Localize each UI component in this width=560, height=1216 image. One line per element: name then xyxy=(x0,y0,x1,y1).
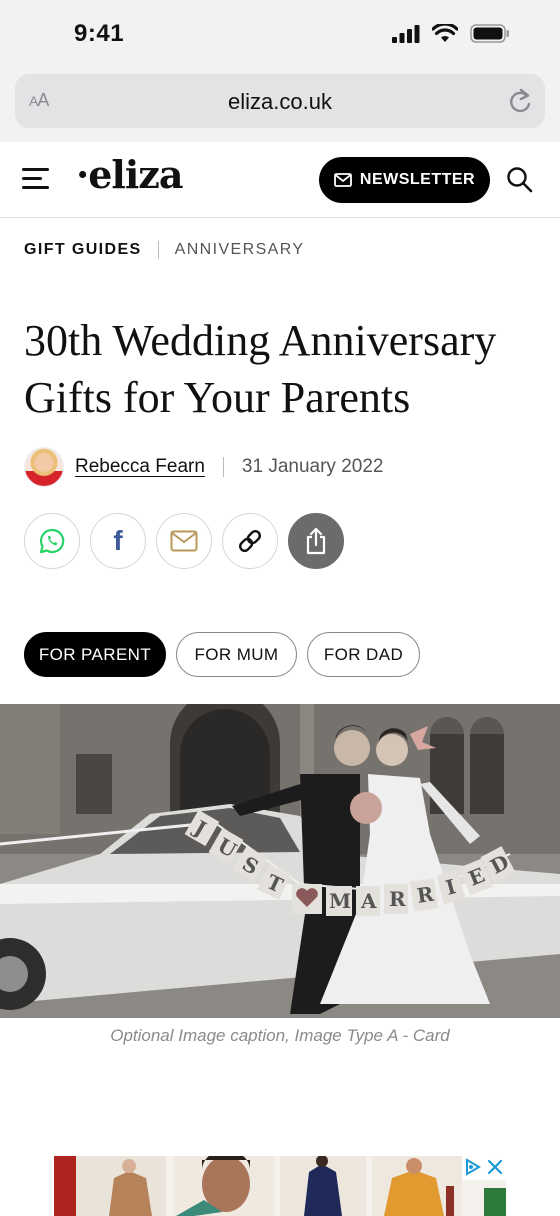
author-row: Rebecca Fearn 31 January 2022 xyxy=(24,446,383,488)
wifi-icon xyxy=(432,24,458,42)
ad-close-icon[interactable] xyxy=(484,1156,506,1178)
status-icons xyxy=(392,24,510,43)
cellular-signal-icon xyxy=(392,24,420,43)
url-text[interactable]: eliza.co.uk xyxy=(15,89,545,115)
mail-icon xyxy=(170,530,198,552)
breadcrumb-anniversary[interactable]: ANNIVERSARY xyxy=(175,241,305,259)
email-share-button[interactable] xyxy=(156,513,212,569)
breadcrumb: GIFT GUIDES ANNIVERSARY xyxy=(24,241,304,259)
site-header: ·eliza NEWSLETTER xyxy=(0,142,560,218)
newsletter-button[interactable]: NEWSLETTER xyxy=(319,157,490,203)
address-bar[interactable]: AA eliza.co.uk xyxy=(15,74,545,128)
site-logo[interactable]: ·eliza xyxy=(76,152,183,197)
reload-icon[interactable] xyxy=(507,87,533,115)
share-icon xyxy=(306,527,326,555)
status-bar: 9:41 xyxy=(0,0,560,70)
sign-letter-r1: R xyxy=(389,887,406,911)
chip-for-parent[interactable]: FOR PARENT xyxy=(24,632,166,677)
breadcrumb-divider xyxy=(157,241,159,259)
search-icon[interactable] xyxy=(506,166,534,194)
facebook-icon: f xyxy=(113,525,123,556)
link-icon xyxy=(238,529,262,553)
ad-controls xyxy=(462,1156,506,1180)
page-title: 30th Wedding Anniversary Gifts for Your … xyxy=(24,316,497,422)
battery-icon xyxy=(470,24,509,43)
adchoices-icon[interactable] xyxy=(462,1156,484,1178)
advertisement-banner[interactable] xyxy=(54,1156,506,1216)
sign-letter-m: M xyxy=(329,889,351,913)
image-caption: Optional Image caption, Image Type A - C… xyxy=(110,1026,450,1045)
breadcrumb-gift-guides[interactable]: GIFT GUIDES xyxy=(24,241,142,259)
sign-letter-a: A xyxy=(360,889,377,913)
facebook-share-button[interactable]: f xyxy=(90,513,146,569)
envelope-icon xyxy=(333,173,352,187)
publish-date: 31 January 2022 xyxy=(241,456,384,477)
hamburger-menu-icon[interactable] xyxy=(22,166,50,190)
newsletter-label: NEWSLETTER xyxy=(359,171,476,188)
browser-toolbar: AA eliza.co.uk xyxy=(0,70,560,142)
whatsapp-icon xyxy=(39,528,65,554)
share-buttons: f xyxy=(24,513,344,569)
copy-link-button[interactable] xyxy=(222,513,278,569)
status-time: 9:41 xyxy=(74,20,125,47)
chip-for-dad[interactable]: FOR DAD xyxy=(307,632,420,677)
author-avatar[interactable] xyxy=(24,447,64,487)
native-share-button[interactable] xyxy=(288,513,344,569)
author-name-link[interactable]: Rebecca Fearn xyxy=(75,456,205,478)
author-divider xyxy=(222,457,224,477)
whatsapp-share-button[interactable] xyxy=(24,513,80,569)
filter-chips: FOR PARENT FOR MUM FOR DAD xyxy=(24,632,420,677)
chip-for-mum[interactable]: FOR MUM xyxy=(176,632,297,677)
article-hero-image: J U S T M A R R I E D xyxy=(0,704,560,1018)
